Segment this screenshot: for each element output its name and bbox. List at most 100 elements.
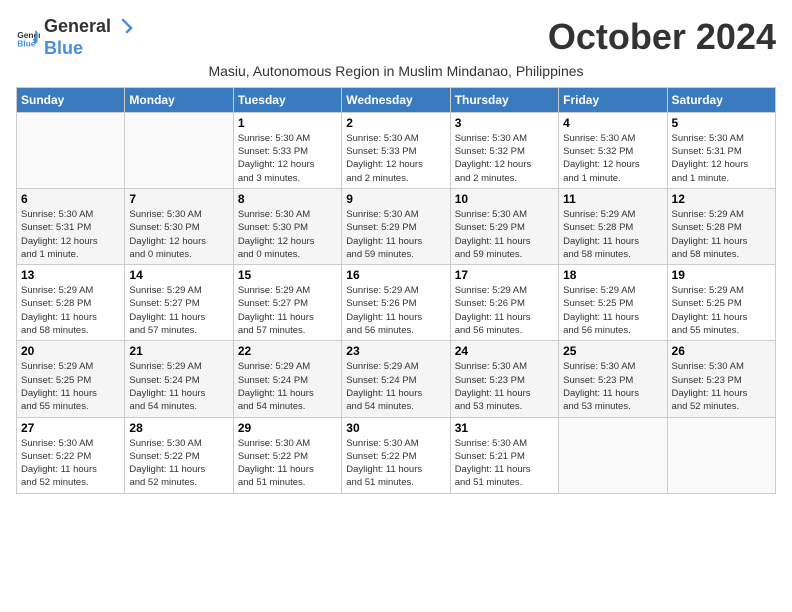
calendar-day-cell: 28 Sunrise: 5:30 AM Sunset: 5:22 PM Dayli… (125, 417, 233, 493)
logo-general-text: General (44, 16, 111, 36)
day-number: 29 (238, 421, 337, 435)
calendar-header-row: SundayMondayTuesdayWednesdayThursdayFrid… (17, 87, 776, 112)
day-number: 27 (21, 421, 120, 435)
day-info: Sunrise: 5:30 AM Sunset: 5:23 PM Dayligh… (455, 360, 554, 413)
day-number: 16 (346, 268, 445, 282)
day-info: Sunrise: 5:30 AM Sunset: 5:31 PM Dayligh… (21, 208, 120, 261)
calendar-week-row: 6 Sunrise: 5:30 AM Sunset: 5:31 PM Daylig… (17, 188, 776, 264)
logo-icon: General Blue (16, 25, 40, 49)
day-info: Sunrise: 5:29 AM Sunset: 5:27 PM Dayligh… (238, 284, 337, 337)
day-info: Sunrise: 5:29 AM Sunset: 5:27 PM Dayligh… (129, 284, 228, 337)
day-number: 22 (238, 344, 337, 358)
month-title: October 2024 (548, 16, 776, 58)
calendar-day-cell: 15 Sunrise: 5:29 AM Sunset: 5:27 PM Dayli… (233, 265, 341, 341)
calendar-day-cell: 5Sunrise: 5:30 AM Sunset: 5:31 PM Daylig… (667, 112, 775, 188)
day-info: Sunrise: 5:30 AM Sunset: 5:31 PM Dayligh… (672, 132, 771, 185)
calendar-day-cell: 14Sunrise: 5:29 AM Sunset: 5:27 PM Dayli… (125, 265, 233, 341)
day-number: 28 (129, 421, 228, 435)
day-number: 19 (672, 268, 771, 282)
calendar-day-cell: 24 Sunrise: 5:30 AM Sunset: 5:23 PM Dayli… (450, 341, 558, 417)
day-number: 7 (129, 192, 228, 206)
day-number: 24 (455, 344, 554, 358)
day-number: 10 (455, 192, 554, 206)
day-info: Sunrise: 5:30 AM Sunset: 5:22 PM Dayligh… (238, 437, 337, 490)
calendar-day-cell: 26 Sunrise: 5:30 AM Sunset: 5:23 PM Dayli… (667, 341, 775, 417)
day-number: 4 (563, 116, 662, 130)
day-info: Sunrise: 5:29 AM Sunset: 5:28 PM Dayligh… (563, 208, 662, 261)
logo-wave-icon (113, 18, 133, 38)
calendar-week-row: 13 Sunrise: 5:29 AM Sunset: 5:28 PM Dayli… (17, 265, 776, 341)
calendar-day-cell: 20 Sunrise: 5:29 AM Sunset: 5:25 PM Dayli… (17, 341, 125, 417)
day-info: Sunrise: 5:30 AM Sunset: 5:21 PM Dayligh… (455, 437, 554, 490)
calendar-day-cell: 2 Sunrise: 5:30 AM Sunset: 5:33 PM Daylig… (342, 112, 450, 188)
calendar-day-cell: 21 Sunrise: 5:29 AM Sunset: 5:24 PM Dayli… (125, 341, 233, 417)
calendar-day-header: Monday (125, 87, 233, 112)
day-info: Sunrise: 5:29 AM Sunset: 5:24 PM Dayligh… (129, 360, 228, 413)
day-number: 2 (346, 116, 445, 130)
day-number: 13 (21, 268, 120, 282)
day-number: 8 (238, 192, 337, 206)
day-info: Sunrise: 5:29 AM Sunset: 5:24 PM Dayligh… (238, 360, 337, 413)
day-number: 31 (455, 421, 554, 435)
day-info: Sunrise: 5:29 AM Sunset: 5:25 PM Dayligh… (21, 360, 120, 413)
calendar-day-cell: 29 Sunrise: 5:30 AM Sunset: 5:22 PM Dayli… (233, 417, 341, 493)
day-number: 30 (346, 421, 445, 435)
calendar-day-cell (559, 417, 667, 493)
day-info: Sunrise: 5:30 AM Sunset: 5:22 PM Dayligh… (129, 437, 228, 490)
day-number: 11 (563, 192, 662, 206)
calendar-week-row: 20 Sunrise: 5:29 AM Sunset: 5:25 PM Dayli… (17, 341, 776, 417)
calendar-week-row: 1 Sunrise: 5:30 AM Sunset: 5:33 PM Daylig… (17, 112, 776, 188)
day-number: 9 (346, 192, 445, 206)
day-number: 1 (238, 116, 337, 130)
calendar-day-header: Tuesday (233, 87, 341, 112)
calendar-day-cell: 9 Sunrise: 5:30 AM Sunset: 5:29 PM Daylig… (342, 188, 450, 264)
calendar-day-cell: 31 Sunrise: 5:30 AM Sunset: 5:21 PM Dayli… (450, 417, 558, 493)
day-info: Sunrise: 5:30 AM Sunset: 5:32 PM Dayligh… (455, 132, 554, 185)
day-number: 26 (672, 344, 771, 358)
calendar-day-header: Friday (559, 87, 667, 112)
calendar-week-row: 27 Sunrise: 5:30 AM Sunset: 5:22 PM Dayli… (17, 417, 776, 493)
calendar-day-cell (125, 112, 233, 188)
day-info: Sunrise: 5:30 AM Sunset: 5:33 PM Dayligh… (346, 132, 445, 185)
day-info: Sunrise: 5:29 AM Sunset: 5:28 PM Dayligh… (672, 208, 771, 261)
logo-blue-text: Blue (44, 38, 83, 58)
day-info: Sunrise: 5:29 AM Sunset: 5:28 PM Dayligh… (21, 284, 120, 337)
day-number: 6 (21, 192, 120, 206)
day-number: 15 (238, 268, 337, 282)
day-info: Sunrise: 5:29 AM Sunset: 5:25 PM Dayligh… (563, 284, 662, 337)
calendar-day-cell: 4Sunrise: 5:30 AM Sunset: 5:32 PM Daylig… (559, 112, 667, 188)
day-number: 18 (563, 268, 662, 282)
calendar-day-cell: 19 Sunrise: 5:29 AM Sunset: 5:25 PM Dayli… (667, 265, 775, 341)
calendar-day-cell: 13 Sunrise: 5:29 AM Sunset: 5:28 PM Dayli… (17, 265, 125, 341)
day-info: Sunrise: 5:30 AM Sunset: 5:29 PM Dayligh… (346, 208, 445, 261)
calendar-day-cell: 8Sunrise: 5:30 AM Sunset: 5:30 PM Daylig… (233, 188, 341, 264)
calendar-day-cell: 25 Sunrise: 5:30 AM Sunset: 5:23 PM Dayli… (559, 341, 667, 417)
calendar-day-cell: 1 Sunrise: 5:30 AM Sunset: 5:33 PM Daylig… (233, 112, 341, 188)
calendar-day-cell: 10Sunrise: 5:30 AM Sunset: 5:29 PM Dayli… (450, 188, 558, 264)
svg-text:Blue: Blue (17, 39, 36, 49)
day-info: Sunrise: 5:29 AM Sunset: 5:25 PM Dayligh… (672, 284, 771, 337)
day-info: Sunrise: 5:30 AM Sunset: 5:23 PM Dayligh… (563, 360, 662, 413)
calendar-day-cell: 7Sunrise: 5:30 AM Sunset: 5:30 PM Daylig… (125, 188, 233, 264)
logo: General Blue General Blue (16, 16, 135, 59)
calendar-table: SundayMondayTuesdayWednesdayThursdayFrid… (16, 87, 776, 494)
day-info: Sunrise: 5:30 AM Sunset: 5:23 PM Dayligh… (672, 360, 771, 413)
calendar-subtitle: Masiu, Autonomous Region in Muslim Minda… (16, 63, 776, 79)
day-info: Sunrise: 5:29 AM Sunset: 5:24 PM Dayligh… (346, 360, 445, 413)
day-info: Sunrise: 5:30 AM Sunset: 5:33 PM Dayligh… (238, 132, 337, 185)
calendar-day-cell (667, 417, 775, 493)
calendar-day-cell: 3Sunrise: 5:30 AM Sunset: 5:32 PM Daylig… (450, 112, 558, 188)
day-number: 25 (563, 344, 662, 358)
day-number: 20 (21, 344, 120, 358)
day-number: 17 (455, 268, 554, 282)
calendar-day-header: Wednesday (342, 87, 450, 112)
calendar-day-header: Sunday (17, 87, 125, 112)
header: General Blue General Blue October 2024 (16, 16, 776, 59)
day-number: 21 (129, 344, 228, 358)
calendar-day-cell: 23Sunrise: 5:29 AM Sunset: 5:24 PM Dayli… (342, 341, 450, 417)
calendar-day-cell: 17Sunrise: 5:29 AM Sunset: 5:26 PM Dayli… (450, 265, 558, 341)
calendar-day-cell: 18 Sunrise: 5:29 AM Sunset: 5:25 PM Dayli… (559, 265, 667, 341)
day-info: Sunrise: 5:30 AM Sunset: 5:22 PM Dayligh… (346, 437, 445, 490)
day-info: Sunrise: 5:29 AM Sunset: 5:26 PM Dayligh… (346, 284, 445, 337)
day-info: Sunrise: 5:30 AM Sunset: 5:22 PM Dayligh… (21, 437, 120, 490)
